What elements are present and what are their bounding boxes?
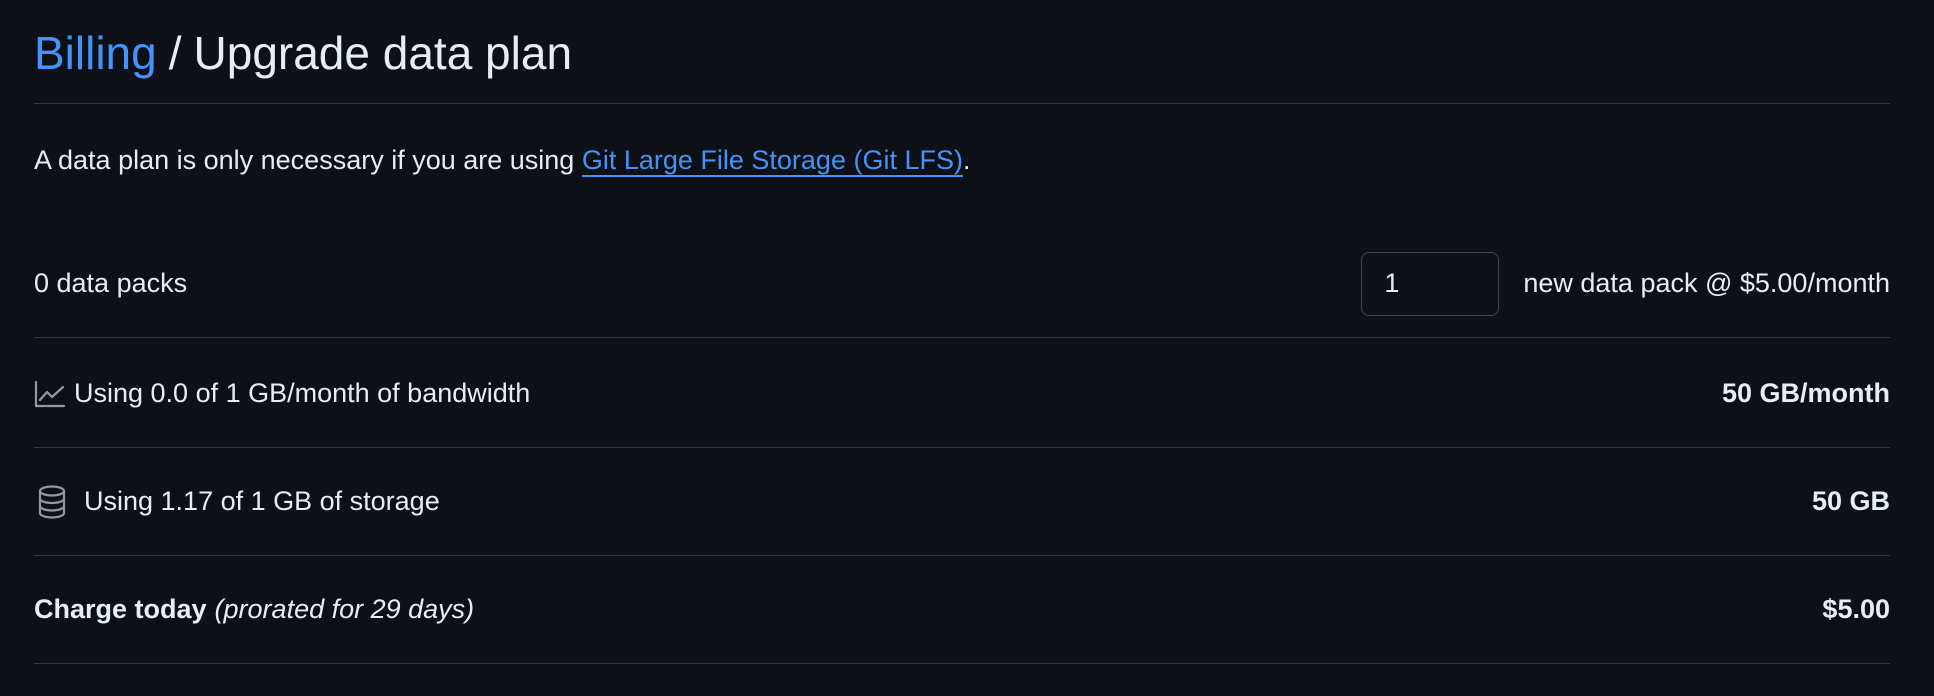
data-packs-right: new data pack @ $5.00/month xyxy=(1361,251,1890,316)
storage-left: Using 1.17 of 1 GB of storage xyxy=(34,484,440,519)
intro-text: A data plan is only necessary if you are… xyxy=(34,140,970,180)
prorated-note: (prorated for 29 days) xyxy=(214,594,475,624)
current-data-packs: 0 data packs xyxy=(34,268,188,298)
charge-left: Charge today (prorated for 29 days) xyxy=(34,594,474,625)
storage-new-total: 50 GB xyxy=(1811,486,1890,516)
page-header: Billing / Upgrade data plan xyxy=(34,22,1890,104)
bandwidth-usage: Using 0.0 of 1 GB/month of bandwidth xyxy=(74,378,531,408)
charge-right: $5.00 xyxy=(1822,594,1890,625)
git-lfs-link[interactable]: Git Large File Storage (Git LFS) xyxy=(582,145,963,175)
intro-text-after: . xyxy=(962,145,971,175)
data-pack-quantity-input[interactable] xyxy=(1361,251,1500,316)
breadcrumb-separator: / xyxy=(168,27,182,79)
charge-today-label: Charge today xyxy=(34,594,207,624)
data-packs-left: 0 data packs xyxy=(34,268,187,299)
charge-amount: $5.00 xyxy=(1822,594,1890,624)
graph-icon xyxy=(34,379,66,409)
bandwidth-row: Using 0.0 of 1 GB/month of bandwidth 50 … xyxy=(34,340,1890,448)
upgrade-data-plan-page: Billing / Upgrade data plan A data plan is… xyxy=(0,0,1934,696)
data-packs-row: 0 data packs new data pack @ $5.00/month xyxy=(34,230,1890,338)
page-title: Upgrade data plan xyxy=(193,27,573,79)
breadcrumb-billing-link[interactable]: Billing xyxy=(34,27,157,79)
intro-text-before: A data plan is only necessary if you are… xyxy=(34,145,582,175)
storage-usage: Using 1.17 of 1 GB of storage xyxy=(84,486,440,516)
bandwidth-left: Using 0.0 of 1 GB/month of bandwidth xyxy=(34,378,530,409)
database-icon xyxy=(38,484,66,519)
charge-row: Charge today (prorated for 29 days) $5.0… xyxy=(34,556,1890,664)
storage-row: Using 1.17 of 1 GB of storage 50 GB xyxy=(34,448,1890,556)
storage-right: 50 GB xyxy=(1812,486,1890,517)
bandwidth-new-total: 50 GB/month xyxy=(1721,378,1890,408)
bandwidth-right: 50 GB/month xyxy=(1722,378,1890,409)
data-pack-price: new data pack @ $5.00/month xyxy=(1523,268,1890,298)
